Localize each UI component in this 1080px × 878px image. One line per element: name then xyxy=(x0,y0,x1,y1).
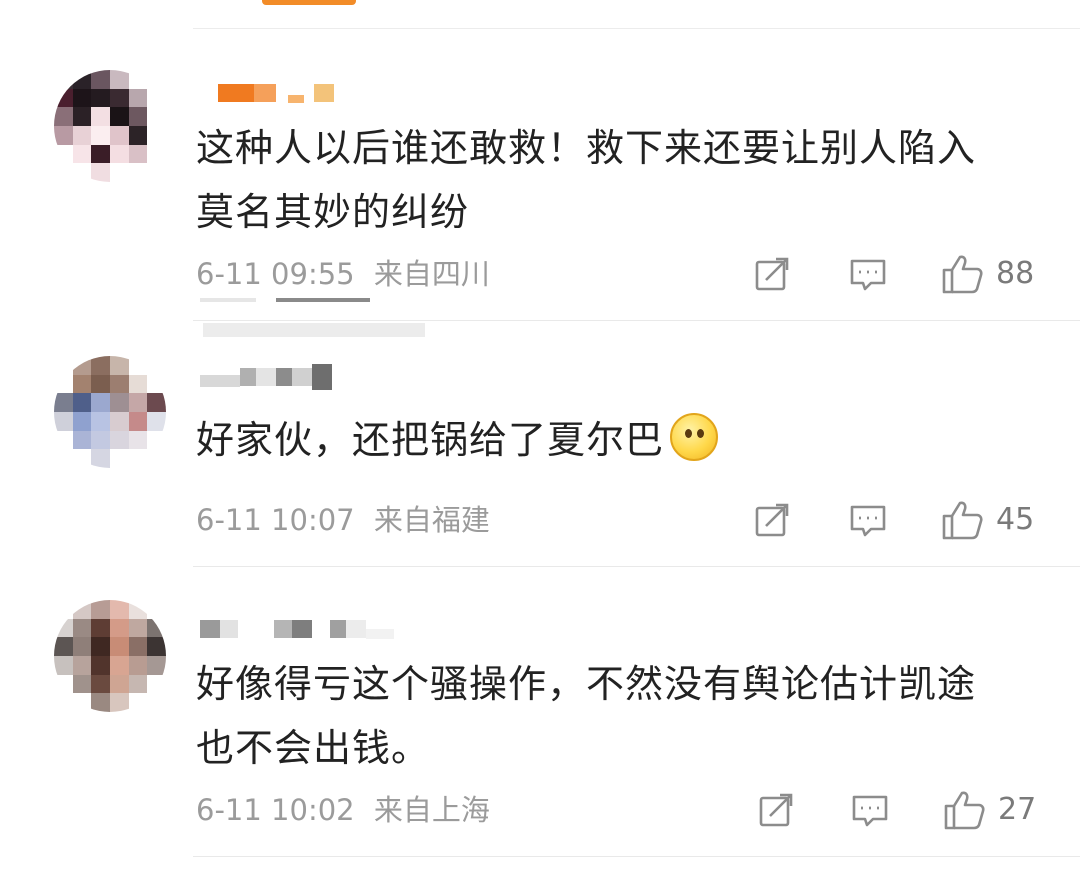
repost-icon xyxy=(759,793,793,827)
like-count: 27 xyxy=(998,792,1037,827)
comment-meta: 6-11 10:07 来自福建 45 xyxy=(196,498,1046,542)
comment-timestamp: 6-11 10:02 来自上海 xyxy=(196,788,490,832)
comment-text: 好家伙，还把锅给了夏尔巴 xyxy=(196,408,1056,472)
repost-button[interactable] xyxy=(752,500,792,540)
avatar[interactable] xyxy=(54,356,166,468)
like-button[interactable]: 27 xyxy=(942,790,1036,830)
comment-location: 来自福建 xyxy=(373,503,490,537)
comment-time: 09:55 xyxy=(271,257,355,291)
repost-button[interactable] xyxy=(756,790,796,830)
like-icon xyxy=(942,501,983,540)
comment-time: 10:02 xyxy=(271,793,355,827)
comment-text-line: 这种人以后谁还敢救！救下来还要让别人陷入 xyxy=(196,126,977,170)
username-redacted[interactable] xyxy=(200,78,334,108)
repost-icon xyxy=(755,503,789,537)
comment-button[interactable] xyxy=(848,500,888,540)
comment-text-line: 莫名其妙的纠纷 xyxy=(196,190,470,234)
like-icon xyxy=(942,255,983,294)
repost-button[interactable] xyxy=(752,254,792,294)
comment-divider xyxy=(193,320,1080,321)
comment-icon xyxy=(852,795,888,827)
avatar[interactable] xyxy=(54,70,166,182)
comment-icon xyxy=(850,505,886,537)
comment-text: 好像得亏这个骚操作，不然没有舆论估计凯途 也不会出钱。 xyxy=(196,652,1056,780)
like-count: 88 xyxy=(996,256,1035,291)
comment-date: 6-11 xyxy=(196,257,262,291)
comment-divider xyxy=(193,566,1080,567)
comment-time: 10:07 xyxy=(271,503,355,537)
comment-text-line: 好家伙，还把锅给了夏尔巴 xyxy=(196,408,1056,472)
comment-meta: 6-11 09:55 来自四川 88 xyxy=(196,252,1046,296)
comment-location: 来自四川 xyxy=(373,257,490,291)
like-icon xyxy=(944,791,985,830)
like-button[interactable]: 45 xyxy=(940,500,1034,540)
comment-icon xyxy=(850,259,886,291)
avatar[interactable] xyxy=(54,600,166,712)
comment-text: 这种人以后谁还敢救！救下来还要让别人陷入 莫名其妙的纠纷 xyxy=(196,116,1056,244)
username-redacted[interactable] xyxy=(200,614,394,644)
repost-icon xyxy=(755,257,789,291)
top-divider xyxy=(193,28,1080,29)
comment-location: 来自上海 xyxy=(373,793,490,827)
comment-timestamp: 6-11 10:07 来自福建 xyxy=(196,498,490,542)
comment-meta: 6-11 10:02 来自上海 27 xyxy=(196,788,1046,832)
comment-text-line: 也不会出钱。 xyxy=(196,726,431,770)
thinking-emoji-icon xyxy=(670,413,719,461)
comment-button[interactable] xyxy=(850,790,890,830)
comment-date: 6-11 xyxy=(196,503,262,537)
active-tab-indicator xyxy=(262,0,356,5)
redacted-strip xyxy=(276,298,370,302)
redacted-strip xyxy=(203,323,425,337)
comment-text-line: 好像得亏这个骚操作，不然没有舆论估计凯途 xyxy=(196,662,977,706)
like-button[interactable]: 88 xyxy=(940,254,1034,294)
comment-text-content: 好家伙，还把锅给了夏尔巴 xyxy=(196,418,665,462)
like-count: 45 xyxy=(996,502,1035,537)
comment-date: 6-11 xyxy=(196,793,262,827)
comment-divider xyxy=(193,856,1080,857)
comment-feed: 这种人以后谁还敢救！救下来还要让别人陷入 莫名其妙的纠纷 6-11 09:55 … xyxy=(0,0,1080,878)
redacted-strip xyxy=(200,298,256,302)
comment-timestamp: 6-11 09:55 来自四川 xyxy=(196,252,490,296)
username-redacted[interactable] xyxy=(200,362,332,392)
comment-button[interactable] xyxy=(848,254,888,294)
